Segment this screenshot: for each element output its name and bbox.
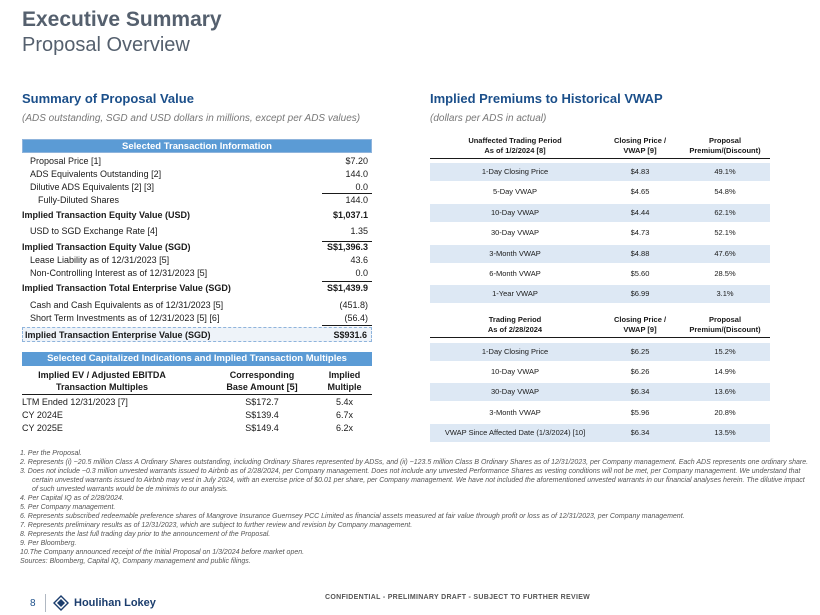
confidential-notice: CONFIDENTIAL - PRELIMINARY DRAFT - SUBJE… <box>325 594 591 601</box>
footnote-sources: Sources: Bloomberg, Capital IQ, Company … <box>20 558 251 565</box>
premium-col-header-premium: Proposal Premium/(Discount) <box>689 315 761 334</box>
header-rule <box>430 158 770 159</box>
footnote: 7. Represents preliminary results as of … <box>20 522 413 529</box>
premium-row: 5-Day VWAP $4.65 54.8% <box>493 187 736 196</box>
premium-row: 30-Day VWAP $6.34 13.6% <box>430 383 770 401</box>
header-rule <box>430 337 770 338</box>
premium-row: 10-Day VWAP $6.26 14.9% <box>490 367 736 376</box>
premium-row: VWAP Since Affected Date (1/3/2024) [10]… <box>430 424 770 442</box>
premium-row: 1-Year VWAP $6.99 3.1% <box>430 285 770 303</box>
footnotes: 1. Per the Proposal. 2. Represents (i) ~… <box>20 449 810 566</box>
row-cash-equivalents: Cash and Cash Equivalents as of 12/31/20… <box>30 300 368 310</box>
footnote: 5. Per Company management. <box>20 504 116 511</box>
transaction-info-header: Selected Transaction Information <box>22 139 372 153</box>
multiples-col-header-1: Implied EV / Adjusted EBITDA Transaction … <box>38 370 166 392</box>
right-section-subtitle: (dollars per ADS in actual) <box>430 113 547 124</box>
left-section-title: Summary of Proposal Value <box>22 91 194 106</box>
premium-row: 6-Month VWAP $5.60 28.5% <box>489 269 736 278</box>
page-number: 8 <box>30 598 36 609</box>
page-title: Executive Summary <box>22 8 222 31</box>
row-dilutive-ads: Dilutive ADS Equivalents [2] [3] 0.0 <box>30 182 368 192</box>
page-subtitle: Proposal Overview <box>22 34 190 56</box>
underline <box>322 325 372 326</box>
premium-col-header-period: Trading Period As of 2/28/2024 <box>487 315 543 334</box>
transaction-info-table: Selected Transaction Information Proposa… <box>22 139 372 353</box>
row-exchange-rate: USD to SGD Exchange Rate [4] 1.35 <box>30 226 368 236</box>
premium-col-header-price: Closing Price / VWAP [9] <box>613 315 667 334</box>
footnote: 4. Per Capital IQ as of 2/28/2024. <box>20 495 124 502</box>
footnote: 3. Does not include ~0.3 million unveste… <box>20 468 805 493</box>
premium-col-header-period: Unaffected Trading Period As of 1/2/2024 … <box>468 136 562 155</box>
row-short-term-investments: Short Term Investments as of 12/31/2023 … <box>30 313 368 323</box>
multiples-col-header-3: Implied Multiple <box>327 370 362 392</box>
row-fully-diluted-shares: Fully-Diluted Shares 144.0 <box>38 195 368 205</box>
premium-col-header-premium: Proposal Premium/(Discount) <box>689 136 761 155</box>
premium-row: 10-Day VWAP $4.44 62.1% <box>430 204 770 222</box>
row-lease-liability: Lease Liability as of 12/31/2023 [5] 43.6 <box>30 255 368 265</box>
premium-row: 3-Month VWAP $5.96 20.8% <box>489 408 736 417</box>
premium-table-unaffected: Unaffected Trading Period As of 1/2/2024 … <box>430 136 770 306</box>
premium-col-header-price: Closing Price / VWAP [9] <box>613 136 667 155</box>
company-logo-text: Houlihan Lokey <box>74 597 156 609</box>
multiples-col-header-2: Corresponding Base Amount [5] <box>226 370 298 392</box>
houlihan-lokey-logo-icon <box>53 595 69 611</box>
row-proposal-price: Proposal Price [1] $7.20 <box>30 156 368 166</box>
premium-row: 3-Month VWAP $4.88 47.6% <box>430 245 770 263</box>
row-enterprise-value-sgd: Implied Transaction Enterprise Value (SG… <box>22 327 372 342</box>
underline <box>322 241 372 242</box>
row-ads-equivalents: ADS Equivalents Outstanding [2] 144.0 <box>30 169 368 179</box>
footnote: 2. Represents (i) ~20.5 million Class A … <box>20 459 809 466</box>
footnote: 8. Represents the last full trading day … <box>20 531 271 538</box>
footnote: 6. Represents subscribed redeemable pref… <box>20 513 685 520</box>
multiples-table: Selected Capitalized Indications and Imp… <box>22 352 372 446</box>
header-rule <box>22 394 372 395</box>
premium-row: 30-Day VWAP $4.73 52.1% <box>490 228 736 237</box>
left-section-subtitle: (ADS outstanding, SGD and USD dollars in… <box>22 113 361 124</box>
premium-row: 1-Day Closing Price $6.25 15.2% <box>430 343 770 361</box>
multiples-header: Selected Capitalized Indications and Imp… <box>22 352 372 366</box>
right-section-title: Implied Premiums to Historical VWAP <box>430 91 663 106</box>
row-non-controlling-interest: Non-Controlling Interest as of 12/31/202… <box>30 268 368 278</box>
footnote: 10.The Company announced receipt of the … <box>20 549 305 556</box>
row-equity-value-usd: Implied Transaction Equity Value (USD) $1… <box>22 210 368 220</box>
row-total-enterprise-value: Implied Transaction Total Enterprise Val… <box>22 283 368 293</box>
premium-table-current: Trading Period As of 2/28/2024 Closing Pr… <box>430 315 770 445</box>
footer-divider <box>45 594 46 612</box>
row-equity-value-sgd: Implied Transaction Equity Value (SGD) S$… <box>22 242 368 252</box>
footnote: 9. Per Bloomberg. <box>20 540 77 547</box>
footnote: 1. Per the Proposal. <box>20 450 82 457</box>
premium-row: 1-Day Closing Price $4.83 49.1% <box>430 163 770 181</box>
